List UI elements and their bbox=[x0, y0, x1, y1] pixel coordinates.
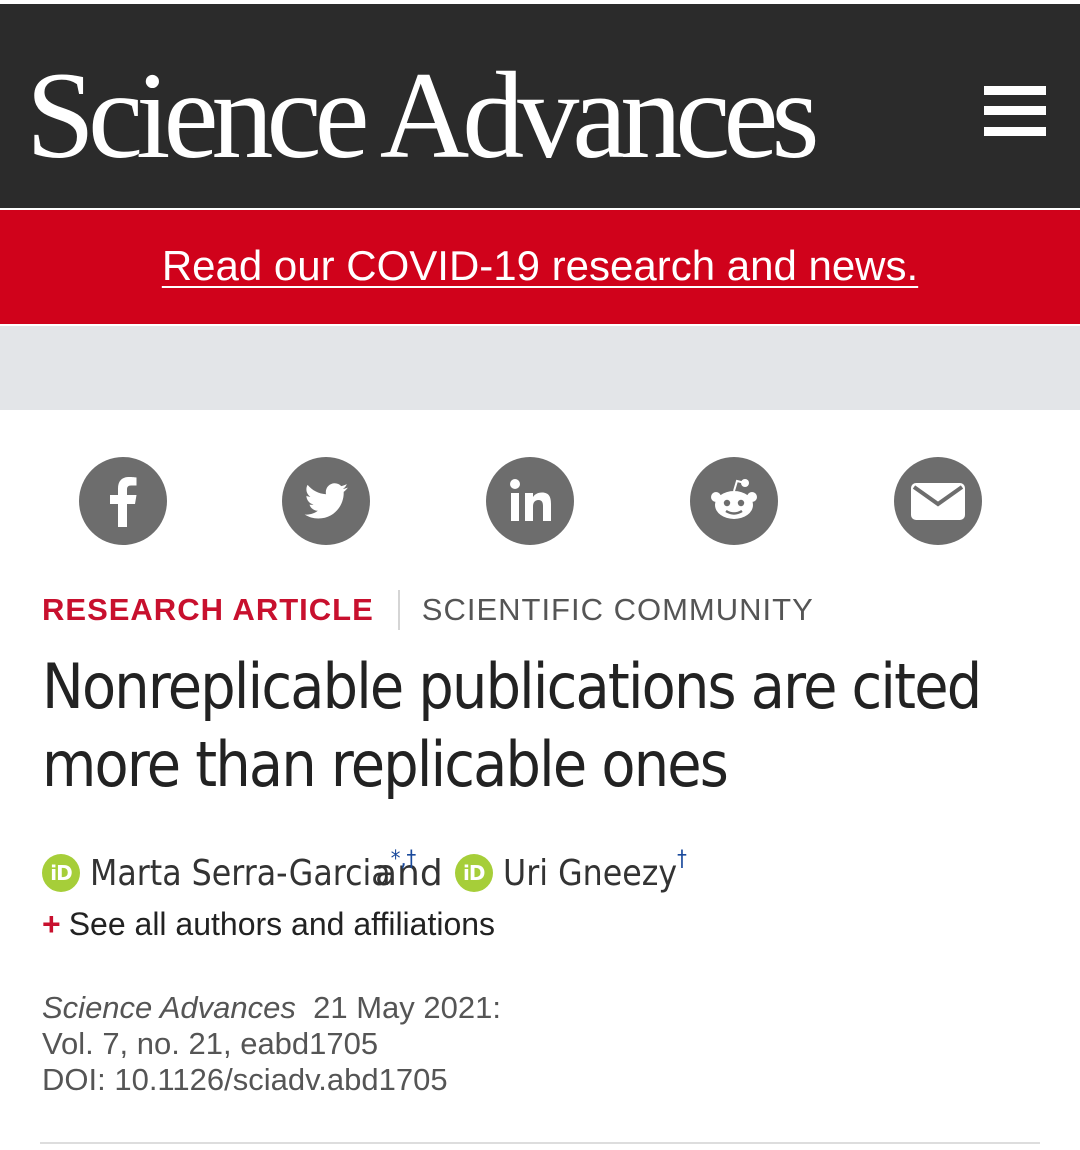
site-header: Science Advances bbox=[0, 4, 1080, 208]
article-subject[interactable]: SCIENTIFIC COMMUNITY bbox=[422, 592, 814, 628]
covid-banner: Read our COVID-19 research and news. bbox=[0, 208, 1080, 326]
facebook-icon[interactable] bbox=[79, 457, 167, 545]
author-name[interactable]: Uri Gneezy† bbox=[503, 847, 687, 894]
article-kicker: RESEARCH ARTICLE SCIENTIFIC COMMUNITY bbox=[42, 590, 814, 630]
share-bar bbox=[0, 457, 1080, 547]
author-marks[interactable]: *,† bbox=[391, 847, 417, 872]
author-list: iD Marta Serra-Garcia*,† and iD Uri Gnee… bbox=[42, 847, 712, 898]
orcid-icon[interactable]: iD bbox=[454, 854, 493, 892]
author-name[interactable]: Marta Serra-Garcia*,† bbox=[90, 847, 416, 894]
see-all-authors-link[interactable]: + See all authors and affiliations bbox=[42, 906, 495, 943]
kicker-divider bbox=[397, 590, 400, 630]
divider bbox=[40, 1142, 1040, 1144]
ad-placeholder bbox=[0, 326, 1080, 410]
article-title: Nonreplicable publications are cited mor… bbox=[42, 648, 982, 804]
publication-date: 21 May 2021: bbox=[313, 990, 501, 1025]
author-marks[interactable]: † bbox=[677, 847, 687, 872]
linkedin-icon[interactable] bbox=[486, 457, 574, 545]
see-all-authors-label: See all authors and affiliations bbox=[68, 906, 496, 942]
reddit-icon[interactable] bbox=[690, 457, 778, 545]
volume-info: Vol. 7, no. 21, eabd1705 bbox=[42, 1026, 379, 1061]
article-title-line: Nonreplicable publications are cited bbox=[42, 650, 982, 723]
covid-banner-link[interactable]: Read our COVID-19 research and news. bbox=[162, 242, 918, 290]
journal-name: Science Advances bbox=[42, 990, 296, 1025]
hamburger-menu-icon[interactable] bbox=[984, 86, 1046, 136]
plus-icon: + bbox=[42, 906, 61, 942]
doi[interactable]: DOI: 10.1126/sciadv.abd1705 bbox=[42, 1062, 501, 1098]
article-type[interactable]: RESEARCH ARTICLE bbox=[42, 592, 374, 628]
orcid-icon[interactable]: iD bbox=[42, 854, 80, 892]
article-title-line: more than replicable ones bbox=[42, 728, 729, 801]
twitter-icon[interactable] bbox=[282, 457, 370, 545]
email-icon[interactable] bbox=[894, 457, 982, 545]
citation-block: Science Advances 21 May 2021: Vol. 7, no… bbox=[42, 990, 501, 1098]
site-logo[interactable]: Science Advances bbox=[26, 54, 820, 178]
